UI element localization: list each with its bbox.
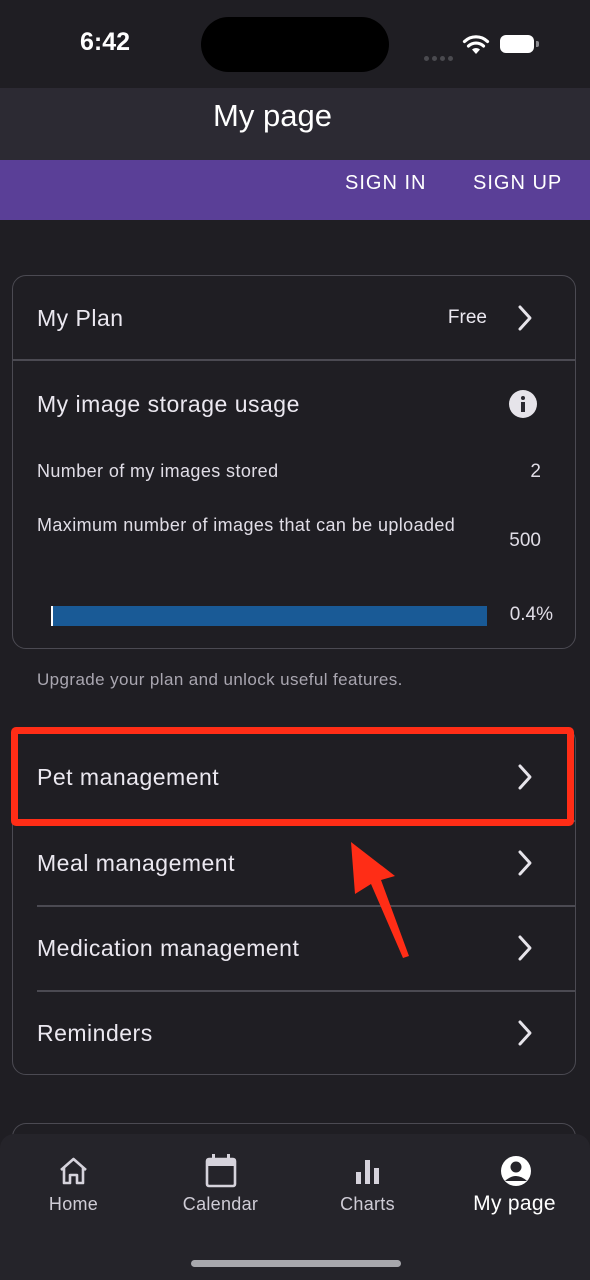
bar-chart-icon (356, 1160, 379, 1184)
my-plan-row[interactable]: My Plan Free (13, 276, 575, 359)
my-plan-label: My Plan (37, 305, 124, 331)
images-stored-label: Number of my images stored (37, 461, 279, 481)
annotation-arrow-icon (351, 842, 409, 958)
nav-item-calendar[interactable]: Calendar (147, 1134, 294, 1254)
menu-item-meal-management[interactable]: Meal management (13, 821, 575, 905)
home-indicator (191, 1260, 401, 1267)
menu-item-reminders[interactable]: Reminders (13, 991, 575, 1075)
nav-label: Home (48, 1194, 99, 1214)
nav-label: Charts (340, 1194, 395, 1214)
chevron-right-icon (518, 1020, 532, 1046)
calendar-icon (205, 1154, 237, 1188)
status-time: 6:42 (80, 28, 131, 56)
upgrade-hint: Upgrade your plan and unlock useful feat… (37, 670, 403, 689)
menu-item-medication-management[interactable]: Medication management (13, 906, 575, 990)
cellular-signal-icon (424, 48, 456, 66)
sign-up-button[interactable]: SIGN UP (473, 172, 562, 195)
page-title: My page (213, 98, 332, 133)
status-bar: 6:42 (0, 0, 590, 88)
storage-title: My image storage usage (37, 391, 300, 417)
plan-value: Free (447, 307, 487, 328)
sign-in-button[interactable]: SIGN IN (345, 172, 426, 195)
max-images-value: 500 (509, 530, 541, 551)
divider (13, 359, 575, 361)
menu-item-label: Medication management (37, 935, 300, 961)
storage-progress-fill (51, 606, 53, 626)
annotation-highlight-box (11, 727, 574, 826)
chevron-right-icon (518, 305, 532, 331)
auth-bar: SIGN IN SIGN UP (0, 160, 590, 220)
battery-icon (500, 35, 539, 53)
nav-item-home[interactable]: Home (0, 1134, 147, 1254)
storage-progress-bar (51, 606, 487, 626)
max-images-label: Maximum number of images that can be upl… (37, 515, 456, 535)
account-circle-icon (501, 1156, 531, 1186)
storage-progress-percent: 0.4% (509, 604, 553, 625)
chevron-right-icon (518, 935, 532, 961)
home-icon (60, 1157, 87, 1185)
nav-item-charts[interactable]: Charts (294, 1134, 441, 1254)
menu-item-label: Reminders (37, 1020, 153, 1046)
nav-label: Calendar (182, 1194, 259, 1214)
dynamic-island (201, 17, 389, 72)
wifi-icon (462, 35, 490, 54)
info-icon[interactable] (509, 390, 537, 418)
app-bar: My page (0, 88, 590, 160)
menu-item-label: Meal management (37, 850, 235, 876)
nav-item-my-page[interactable]: My page (441, 1134, 588, 1254)
bottom-navigation: Home Calendar Charts My page (0, 1134, 590, 1280)
plan-card: My Plan Free My image storage usage Numb… (12, 275, 576, 649)
images-stored-value: 2 (530, 461, 541, 482)
nav-label: My page (473, 1192, 556, 1215)
chevron-right-icon (518, 850, 532, 876)
